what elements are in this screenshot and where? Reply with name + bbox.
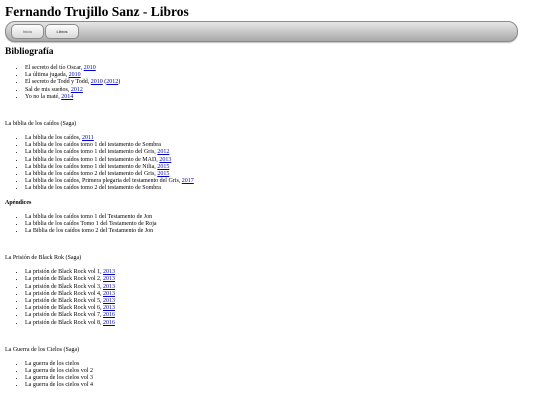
book-title: El secreto de Todd y Todd, [25, 79, 91, 86]
book-title: El secreto del tío Oscar, [25, 65, 84, 71]
list-item: La Biblia de los caídos tomo 2 del Testa… [25, 228, 540, 235]
book-title: Sal de mis sueños, [25, 86, 71, 93]
section-title: Bibliografía [5, 47, 54, 57]
year-link[interactable]: 2012 [157, 149, 169, 155]
book-title: La biblia de los caídos, [25, 135, 82, 142]
list-item: La biblia de los caídos, 2011 [25, 135, 540, 142]
year-link[interactable]: 2013 [103, 284, 115, 290]
year-link[interactable]: 2011 [82, 135, 94, 141]
year-link[interactable]: 2013 [103, 269, 115, 275]
book-title: La prisión de Black Rock vol 1, [25, 269, 103, 276]
book-title: La biblia de los caídos tomo 1 del testa… [25, 149, 158, 156]
list-item: La prisión de Black Rock vol 7, 2016 [25, 312, 540, 319]
saga-title-cielos: La Guerra de los Cielos (Saga) [5, 346, 80, 353]
book-title: La prisión de Black Rock vol 8, [25, 319, 103, 326]
book-title: La prisión de Black Rock vol 4, [25, 290, 103, 297]
site-title: Fernando Trujillo Sanz - Libros [5, 4, 189, 19]
saga-title-black-rock: La Prisión de Black Rok (Saga) [5, 255, 82, 262]
page: Fernando Trujillo Sanz - Libros Inicio L… [0, 0, 540, 390]
list-item: La prisión de Black Rock vol 2, 2013 [25, 276, 540, 283]
year-link[interactable]: 2010 [69, 72, 81, 78]
year-link[interactable]: 2012 [106, 79, 118, 85]
list-item: El secreto del tío Oscar, 2010 [25, 65, 540, 72]
list-item: La guerra de los cielos [25, 361, 540, 368]
navbar: Inicio Libros [5, 21, 518, 42]
book-title: La prisión de Black Rock vol 7, [25, 312, 103, 319]
list-item: La guerra de los cielos vol 4 [25, 382, 540, 389]
book-title: Yo no la maté, [25, 93, 62, 100]
list-item: La biblia de los caídos tomo 1 del Testa… [25, 214, 540, 221]
book-title: La biblia de los caídos tomo 1 del testa… [25, 156, 160, 163]
saga-title-caidos: La biblia de los caídos (Saga) [5, 121, 77, 128]
list-item: El secreto de Todd y Todd, 2010 (2012) [25, 79, 540, 86]
book-title: La última jugada, [25, 72, 69, 79]
nav-libros-button[interactable]: Libros [45, 24, 79, 39]
list-item: La biblia de los caídos Tomo 1 del Testa… [25, 221, 540, 228]
year-link[interactable]: 2016 [103, 312, 115, 318]
list-item: La biblia de los caídos, Primera plegari… [25, 178, 540, 185]
year-link[interactable]: 2013 [159, 157, 171, 163]
year-link[interactable]: 2012 [71, 87, 83, 93]
nav-inicio-button[interactable]: Inicio [11, 24, 44, 39]
year-link[interactable]: 2017 [182, 178, 194, 184]
standalone-books-list: El secreto del tío Oscar, 2010 La última… [5, 65, 540, 101]
year-link[interactable]: 2013 [103, 298, 115, 304]
year-link[interactable]: 2015 [157, 171, 169, 177]
book-title: La biblia de los caídos tomo 2 del testa… [25, 185, 161, 192]
saga-caidos-list: La biblia de los caídos, 2011 La biblia … [5, 135, 540, 193]
list-item: La biblia de los caídos tomo 1 del testa… [25, 164, 540, 171]
list-item: La prisión de Black Rock vol 6, 2013 [25, 305, 540, 312]
book-title: La prisión de Black Rock vol 2, [25, 276, 103, 283]
list-item: La prisión de Black Rock vol 8, 2016 [25, 320, 540, 327]
list-item: La biblia de los caídos tomo 2 del testa… [25, 185, 540, 192]
book-title: La prisión de Black Rock vol 6, [25, 305, 103, 312]
book-title: La prisión de Black Rock vol 5, [25, 298, 103, 305]
book-title: La biblia de los caídos tomo 2 del testa… [25, 171, 158, 178]
saga-black-rock-list: La prisión de Black Rock vol 1, 2013 La … [5, 269, 540, 327]
year-link[interactable]: 2013 [103, 276, 115, 282]
list-item: La prisión de Black Rock vol 4, 2013 [25, 291, 540, 298]
list-item: La guerra de los cielos vol 3 [25, 375, 540, 382]
year-link[interactable]: 2014 [61, 94, 73, 100]
list-item: La biblia de los caídos tomo 1 del testa… [25, 157, 540, 164]
year-link[interactable]: 2013 [103, 291, 115, 297]
book-title: La biblia de los caídos tomo 1 del testa… [25, 163, 158, 170]
book-title: La biblia de los caídos tomo 1 del testa… [25, 142, 161, 149]
saga-cielos-list: La guerra de los cielos La guerra de los… [5, 361, 540, 390]
year-link[interactable]: 2010 [84, 65, 96, 71]
list-item: La prisión de Black Rock vol 5, 2013 [25, 298, 540, 305]
list-item: La biblia de los caídos tomo 1 del testa… [25, 142, 540, 149]
year-link[interactable]: 2015 [157, 164, 169, 170]
list-item: La biblia de los caídos tomo 1 del testa… [25, 149, 540, 156]
list-item: La prisión de Black Rock vol 3, 2013 [25, 284, 540, 291]
year-link[interactable]: 2010 [91, 79, 103, 85]
list-item: Yo no la maté, 2014 [25, 94, 540, 101]
appendix-title: Apéndices [5, 199, 32, 206]
list-item: La biblia de los caídos tomo 2 del testa… [25, 171, 540, 178]
year-link[interactable]: 2013 [103, 305, 115, 311]
list-item: Sal de mis sueños, 2012 [25, 87, 540, 94]
book-title: La prisión de Black Rock vol 3, [25, 283, 103, 290]
list-item: La prisión de Black Rock vol 1, 2013 [25, 269, 540, 276]
appendix-list: La biblia de los caídos tomo 1 del Testa… [5, 214, 540, 236]
year-link[interactable]: 2016 [103, 320, 115, 326]
book-title: La biblia de los caídos, Primera plegari… [25, 178, 182, 185]
list-item: La guerra de los cielos vol 2 [25, 368, 540, 375]
